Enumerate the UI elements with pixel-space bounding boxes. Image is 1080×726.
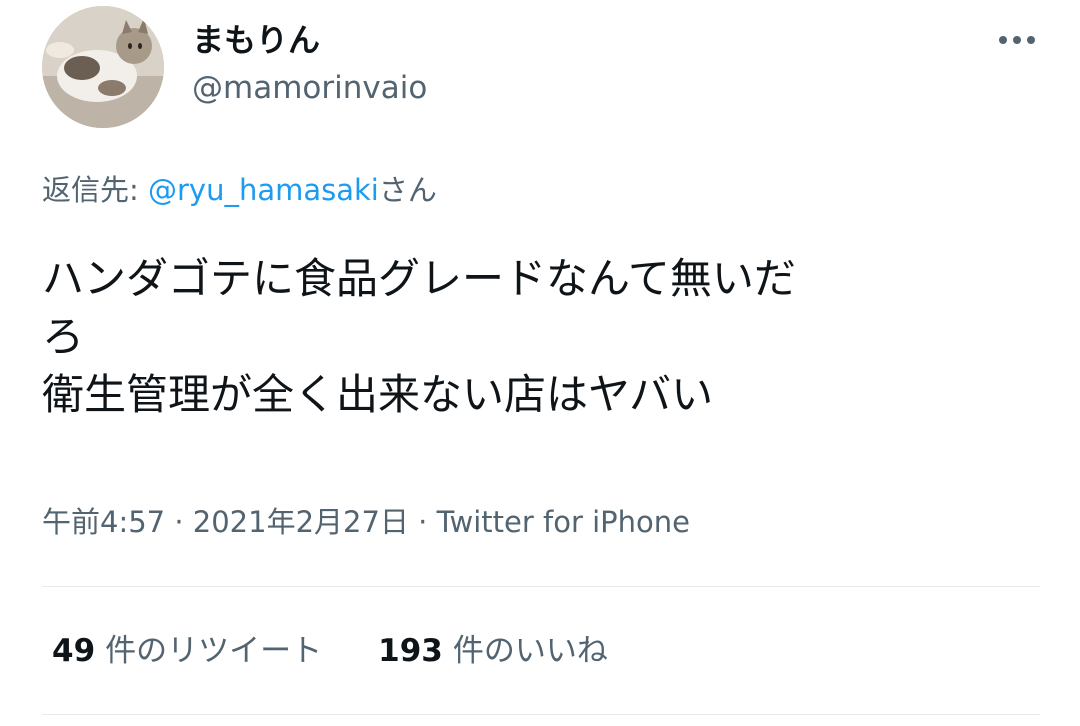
divider xyxy=(42,714,1040,715)
tweet-text: ハンダゴテに食品グレードなんて無いだ ろ 衛生管理が全く出来ない店はヤバい xyxy=(42,250,1042,424)
tweet-text-line: ろ xyxy=(42,312,85,361)
meta-separator: · xyxy=(408,505,437,539)
tweet-date[interactable]: 2021年2月27日 xyxy=(193,505,409,539)
tweet-text-line: ハンダゴテに食品グレードなんて無いだ xyxy=(42,254,796,303)
likes-count: 193 xyxy=(378,633,443,669)
likes-label: 件のいいね xyxy=(452,633,608,669)
likes-stat[interactable]: 193 件のいいね xyxy=(378,630,608,672)
user-handle[interactable]: @mamorinvaio xyxy=(192,68,427,108)
tweet-stats: 49 件のリツイート 193 件のいいね xyxy=(52,630,608,672)
tweet-source-link[interactable]: Twitter for iPhone xyxy=(437,505,690,539)
cat-avatar-icon xyxy=(42,6,164,128)
retweets-stat[interactable]: 49 件のリツイート xyxy=(52,630,322,672)
tweet-time[interactable]: 午前4:57 xyxy=(42,505,165,539)
tweet-detail: まもりん @mamorinvaio 返信先: @ryu_hamasakiさん ハ… xyxy=(0,0,1080,726)
meta-separator: · xyxy=(165,505,193,539)
more-options-button[interactable] xyxy=(990,18,1044,62)
reply-prefix: 返信先: xyxy=(42,173,148,207)
avatar[interactable] xyxy=(42,6,164,128)
retweets-count: 49 xyxy=(52,633,96,669)
reply-context: 返信先: @ryu_hamasakiさん xyxy=(42,170,437,210)
divider xyxy=(42,586,1040,587)
reply-suffix: さん xyxy=(378,173,437,207)
display-name[interactable]: まもりん xyxy=(192,20,320,60)
tweet-text-line: 衛生管理が全く出来ない店はヤバい xyxy=(42,370,714,419)
tweet-meta: 午前4:57 · 2021年2月27日 · Twitter for iPhone xyxy=(42,502,690,542)
retweets-label: 件のリツイート xyxy=(105,633,323,669)
more-horizontal-icon xyxy=(999,36,1035,44)
reply-mention-link[interactable]: @ryu_hamasaki xyxy=(148,173,379,207)
